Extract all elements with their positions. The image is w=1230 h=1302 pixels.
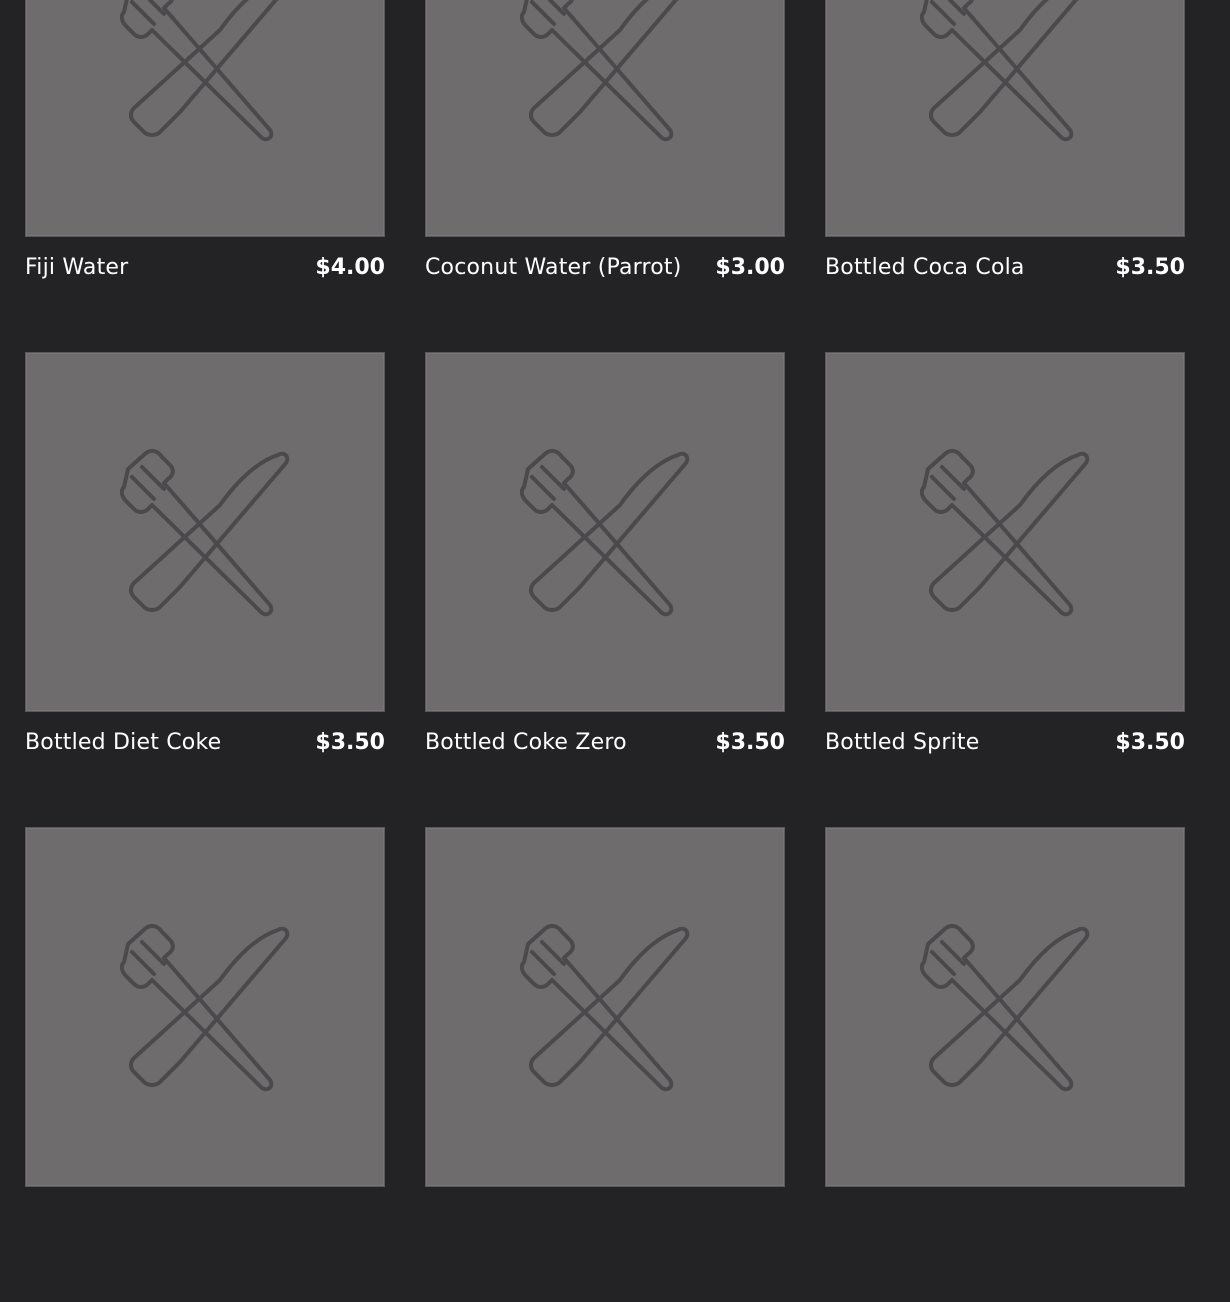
item-name[interactable]: Bottled Coke Zero [425,730,627,755]
item-image-placeholder[interactable] [25,352,385,712]
item-name[interactable]: Fiji Water [25,255,128,280]
item-info: Coconut Water (Parrot) $3.00 [425,255,785,280]
menu-item-card[interactable] [425,827,785,1302]
item-name[interactable]: Bottled Sprite [825,730,979,755]
menu-item-card[interactable] [25,827,385,1302]
item-name[interactable]: Coconut Water (Parrot) [425,255,682,280]
fork-knife-icon [120,0,290,142]
menu-item-card[interactable]: Bottled Sprite $3.50 [825,352,1185,827]
menu-item-card[interactable]: Bottled Coca Cola $3.50 [825,0,1185,352]
item-info: Fiji Water $4.00 [25,255,385,280]
fork-knife-icon [520,447,690,617]
fork-knife-icon [920,0,1090,142]
item-image-placeholder[interactable] [425,827,785,1187]
item-image-placeholder[interactable] [25,0,385,237]
item-image-placeholder[interactable] [825,0,1185,237]
fork-knife-icon [920,447,1090,617]
item-price: $3.50 [1115,730,1185,755]
item-image-placeholder[interactable] [825,352,1185,712]
item-price: $3.50 [315,730,385,755]
fork-knife-icon [520,0,690,142]
menu-item-card[interactable]: Coconut Water (Parrot) $3.00 [425,0,785,352]
menu-grid: Fiji Water $4.00 Coconut Water (Parrot) … [25,0,1185,1302]
menu-item-card[interactable]: Bottled Coke Zero $3.50 [425,352,785,827]
item-name[interactable]: Bottled Diet Coke [25,730,221,755]
item-image-placeholder[interactable] [825,827,1185,1187]
item-price: $4.00 [315,255,385,280]
item-image-placeholder[interactable] [425,0,785,237]
item-name[interactable]: Bottled Coca Cola [825,255,1025,280]
menu-item-card[interactable]: Bottled Diet Coke $3.50 [25,352,385,827]
item-info: Bottled Sprite $3.50 [825,730,1185,755]
item-info: Bottled Diet Coke $3.50 [25,730,385,755]
fork-knife-icon [120,447,290,617]
fork-knife-icon [120,922,290,1092]
item-info: Bottled Coca Cola $3.50 [825,255,1185,280]
item-image-placeholder[interactable] [425,352,785,712]
fork-knife-icon [920,922,1090,1092]
menu-item-card[interactable] [825,827,1185,1302]
item-price: $3.50 [715,730,785,755]
item-price: $3.00 [715,255,785,280]
item-info: Bottled Coke Zero $3.50 [425,730,785,755]
fork-knife-icon [520,922,690,1092]
menu-item-card[interactable]: Fiji Water $4.00 [25,0,385,352]
item-price: $3.50 [1115,255,1185,280]
item-image-placeholder[interactable] [25,827,385,1187]
